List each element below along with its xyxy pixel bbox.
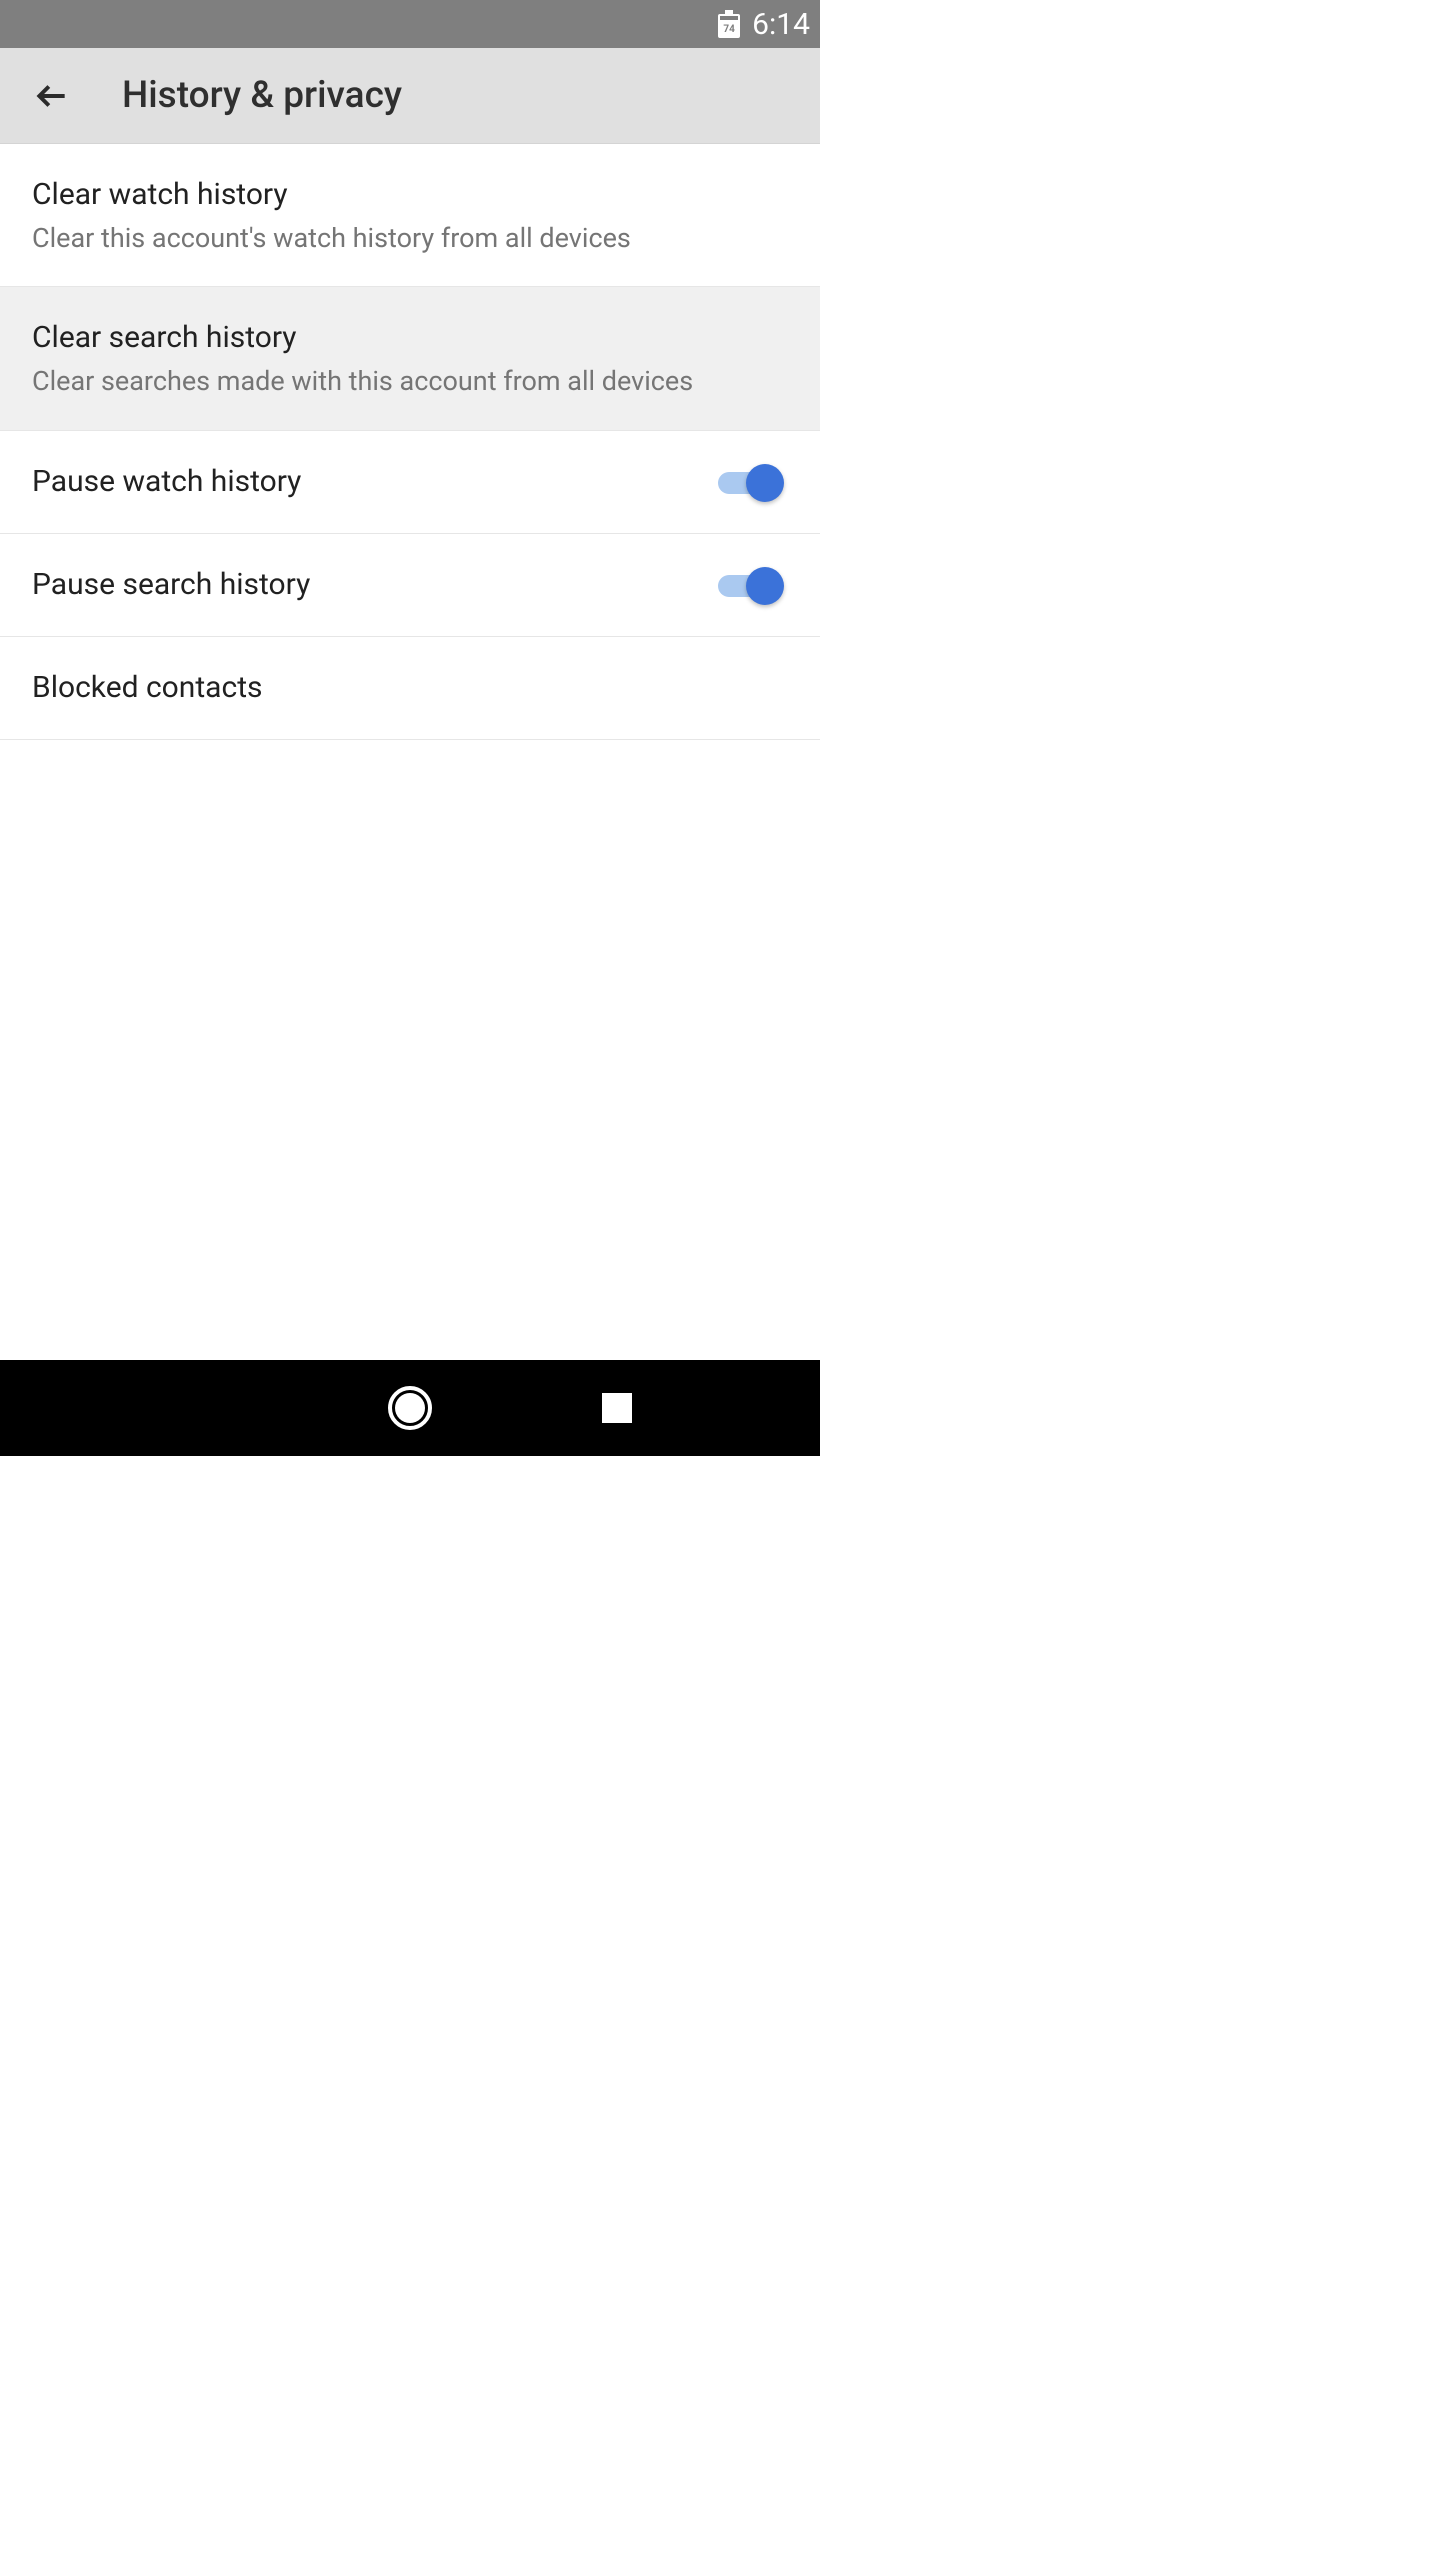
pause-search-history-item[interactable]: Pause search history <box>0 534 820 637</box>
setting-text: Blocked contacts <box>32 667 788 709</box>
status-time: 6:14 <box>752 7 810 42</box>
setting-title: Clear search history <box>32 317 788 359</box>
settings-list: Clear watch history Clear this account's… <box>0 144 820 740</box>
back-arrow-icon <box>33 77 71 115</box>
nav-home-button[interactable] <box>386 1384 434 1432</box>
toggle-thumb <box>746 464 784 502</box>
pause-watch-history-item[interactable]: Pause watch history <box>0 431 820 534</box>
battery-level: 74 <box>718 24 740 35</box>
triangle-back-icon <box>179 1384 227 1432</box>
clear-watch-history-item[interactable]: Clear watch history Clear this account's… <box>0 144 820 287</box>
app-bar: History & privacy <box>0 48 820 144</box>
toggle-thumb <box>746 567 784 605</box>
blocked-contacts-item[interactable]: Blocked contacts <box>0 637 820 740</box>
status-bar: 74 6:14 <box>0 0 820 48</box>
back-button[interactable] <box>28 72 76 120</box>
square-recent-icon <box>602 1393 632 1423</box>
clear-search-history-item[interactable]: Clear search history Clear searches made… <box>0 287 820 430</box>
pause-watch-toggle[interactable] <box>718 462 782 502</box>
nav-recent-button[interactable] <box>593 1384 641 1432</box>
setting-text: Clear watch history Clear this account's… <box>32 174 788 256</box>
circle-home-icon <box>388 1386 432 1430</box>
nav-back-button[interactable] <box>179 1384 227 1432</box>
pause-search-toggle[interactable] <box>718 565 782 605</box>
setting-title: Blocked contacts <box>32 667 788 709</box>
setting-subtitle: Clear this account's watch history from … <box>32 220 788 256</box>
setting-title: Pause watch history <box>32 461 718 503</box>
status-icons: 74 <box>710 8 740 41</box>
setting-text: Pause watch history <box>32 461 718 503</box>
setting-text: Pause search history <box>32 564 718 606</box>
page-title: History & privacy <box>122 74 402 117</box>
navigation-bar <box>0 1360 820 1456</box>
setting-title: Clear watch history <box>32 174 788 216</box>
battery-icon: 74 <box>718 10 740 38</box>
setting-title: Pause search history <box>32 564 718 606</box>
setting-text: Clear search history Clear searches made… <box>32 317 788 399</box>
setting-subtitle: Clear searches made with this account fr… <box>32 363 788 399</box>
